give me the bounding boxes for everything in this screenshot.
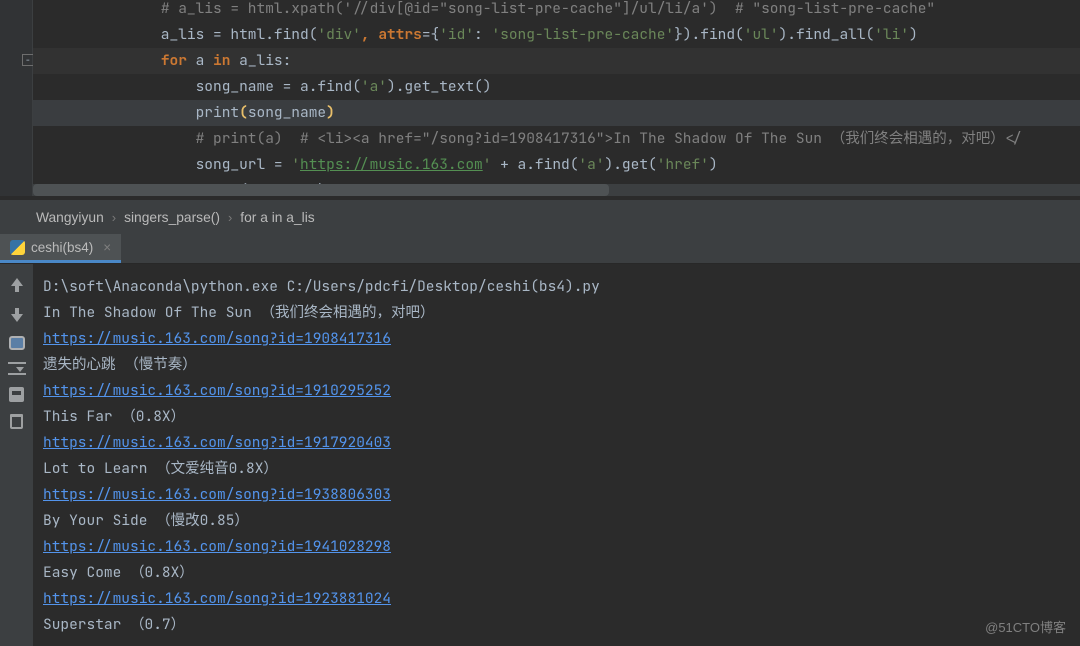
console-line: https://music.163.com/song?id=1910295252 bbox=[43, 378, 1080, 404]
run-tab-active[interactable]: ceshi(bs4) × bbox=[0, 234, 121, 263]
print-icon[interactable] bbox=[9, 387, 24, 402]
scrollbar-thumb[interactable] bbox=[33, 184, 609, 196]
code-line[interactable]: print(song_name) bbox=[33, 100, 1080, 126]
console-line: https://music.163.com/song?id=1917920403 bbox=[43, 430, 1080, 456]
console-line: https://music.163.com/song?id=1908417316 bbox=[43, 326, 1080, 352]
code-content[interactable]: # a_lis = html.xpath('//div[@id="song-li… bbox=[33, 0, 1080, 196]
code-line[interactable]: # a_lis = html.xpath('//div[@id="song-li… bbox=[33, 0, 1080, 22]
console-line: Easy Come （0.8X） bbox=[43, 560, 1080, 586]
chevron-right-icon: › bbox=[104, 210, 124, 225]
python-file-icon bbox=[10, 240, 25, 255]
code-line[interactable]: a_lis = html.find('div', attrs={'id': 's… bbox=[33, 22, 1080, 48]
console-output[interactable]: D:\soft\Anaconda\python.exe C:/Users/pdc… bbox=[33, 264, 1080, 646]
code-line[interactable]: song_url = 'https://music.163.com' + a.f… bbox=[33, 152, 1080, 178]
close-icon[interactable]: × bbox=[99, 240, 111, 255]
console-link[interactable]: https://music.163.com/song?id=1923881024 bbox=[43, 589, 391, 608]
prev-trace-icon[interactable] bbox=[8, 276, 26, 294]
console-line: Superstar （0.7） bbox=[43, 612, 1080, 638]
console-link[interactable]: https://music.163.com/song?id=1938806303 bbox=[43, 485, 391, 504]
console-line: https://music.163.com/song?id=1941028298 bbox=[43, 534, 1080, 560]
run-tab-label: ceshi(bs4) bbox=[31, 240, 93, 255]
next-trace-icon[interactable] bbox=[8, 306, 26, 324]
breadcrumb-item[interactable]: Wangyiyun bbox=[36, 210, 104, 225]
console-link[interactable]: https://music.163.com/song?id=1941028298 bbox=[43, 537, 391, 556]
breadcrumb: Wangyiyun › singers_parse() › for a in a… bbox=[0, 200, 1080, 234]
scroll-to-end-icon[interactable] bbox=[8, 362, 26, 375]
console-line: By Your Side （慢改0.85） bbox=[43, 508, 1080, 534]
chevron-right-icon: › bbox=[220, 210, 240, 225]
console-line: https://music.163.com/song?id=1938806303 bbox=[43, 482, 1080, 508]
console-line: This Far （0.8X） bbox=[43, 404, 1080, 430]
editor-gutter: − bbox=[0, 0, 33, 196]
console-line: 遗失的心跳 （慢节奏） bbox=[43, 352, 1080, 378]
breadcrumb-item[interactable]: singers_parse() bbox=[124, 210, 220, 225]
console-line: In The Shadow Of The Sun （我们终会相遇的，对吧） bbox=[43, 300, 1080, 326]
console-link[interactable]: https://music.163.com/song?id=1917920403 bbox=[43, 433, 391, 452]
code-editor[interactable]: − # a_lis = html.xpath('//div[@id="song-… bbox=[0, 0, 1080, 196]
console-line: Lot to Learn （文爱纯音0.8X） bbox=[43, 456, 1080, 482]
editor-horizontal-scrollbar[interactable] bbox=[33, 184, 1080, 196]
code-line[interactable]: # print(a) # <li><a href="/song?id=19084… bbox=[33, 126, 1080, 152]
soft-wrap-icon[interactable] bbox=[9, 336, 25, 350]
console-line: D:\soft\Anaconda\python.exe C:/Users/pdc… bbox=[43, 274, 1080, 300]
console-toolbar bbox=[0, 264, 33, 646]
clear-all-icon[interactable] bbox=[10, 414, 23, 429]
console-link[interactable]: https://music.163.com/song?id=1908417316 bbox=[43, 329, 391, 348]
run-tab-bar: ceshi(bs4) × bbox=[0, 234, 1080, 264]
console-link[interactable]: https://music.163.com/song?id=1910295252 bbox=[43, 381, 391, 400]
console-line: https://music.163.com/song?id=1923881024 bbox=[43, 586, 1080, 612]
code-line[interactable]: song_name = a.find('a').get_text() bbox=[33, 74, 1080, 100]
code-line[interactable]: for a in a_lis: bbox=[33, 48, 1080, 74]
watermark: @51CTO博客 bbox=[985, 617, 1066, 636]
breadcrumb-item[interactable]: for a in a_lis bbox=[240, 210, 314, 225]
